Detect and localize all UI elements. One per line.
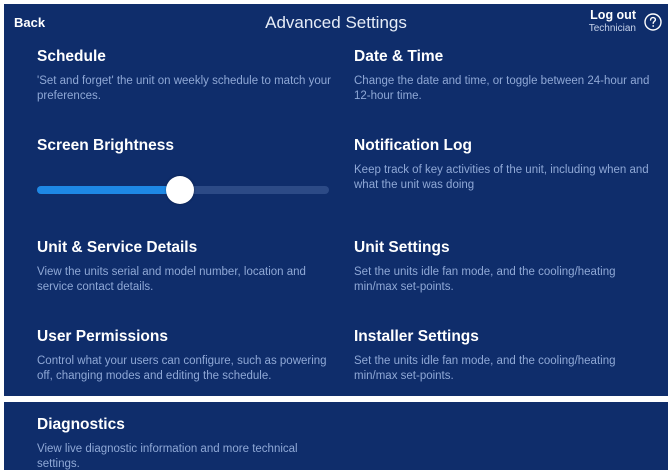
schedule-option[interactable]: Schedule 'Set and forget' the unit on we… [37, 48, 337, 104]
installer-settings-title: Installer Settings [354, 328, 479, 345]
diagnostics-title: Diagnostics [37, 416, 125, 433]
notification-log-description: Keep track of key activities of the unit… [354, 164, 649, 191]
page-title: Advanced Settings [265, 13, 407, 32]
diagnostics-option[interactable]: Diagnostics View live diagnostic informa… [37, 416, 337, 470]
notification-log-title: Notification Log [354, 137, 472, 154]
unit-settings-description: Set the units idle fan mode, and the coo… [354, 266, 616, 293]
header-bar: Back Advanced Settings Log out Technicia… [4, 4, 668, 42]
screen-brightness-section: Screen Brightness [37, 137, 174, 155]
brightness-slider[interactable] [37, 175, 329, 205]
installer-settings-option[interactable]: Installer Settings Set the units idle fa… [354, 328, 654, 384]
user-permissions-description: Control what your users can configure, s… [37, 355, 327, 382]
slider-fill [37, 186, 181, 194]
question-circle-icon[interactable] [644, 13, 662, 31]
schedule-description: 'Set and forget' the unit on weekly sche… [37, 75, 331, 102]
diagnostics-description: View live diagnostic information and mor… [37, 443, 298, 470]
user-permissions-title: User Permissions [37, 328, 168, 345]
screen-brightness-title: Screen Brightness [37, 137, 174, 154]
unit-service-details-option[interactable]: Unit & Service Details View the units se… [37, 239, 337, 295]
unit-settings-title: Unit Settings [354, 239, 450, 256]
installer-settings-description: Set the units idle fan mode, and the coo… [354, 355, 616, 382]
notification-log-option[interactable]: Notification Log Keep track of key activ… [354, 137, 654, 193]
unit-service-details-title: Unit & Service Details [37, 239, 198, 256]
date-time-title: Date & Time [354, 48, 444, 65]
unit-settings-option[interactable]: Unit Settings Set the units idle fan mod… [354, 239, 654, 295]
slider-thumb[interactable] [166, 176, 195, 204]
logout-button[interactable]: Log out Technician [589, 8, 636, 34]
user-role: Technician [588, 23, 636, 34]
date-time-option[interactable]: Date & Time Change the date and time, or… [354, 48, 654, 104]
unit-service-details-description: View the units serial and model number, … [37, 266, 306, 293]
settings-panel: Back Advanced Settings Log out Technicia… [4, 4, 668, 396]
user-permissions-option[interactable]: User Permissions Control what your users… [37, 328, 337, 384]
diagnostics-panel: Diagnostics View live diagnostic informa… [4, 402, 668, 470]
date-time-description: Change the date and time, or toggle betw… [354, 75, 650, 102]
logout-label: Log out [590, 8, 636, 22]
schedule-title: Schedule [37, 48, 106, 65]
